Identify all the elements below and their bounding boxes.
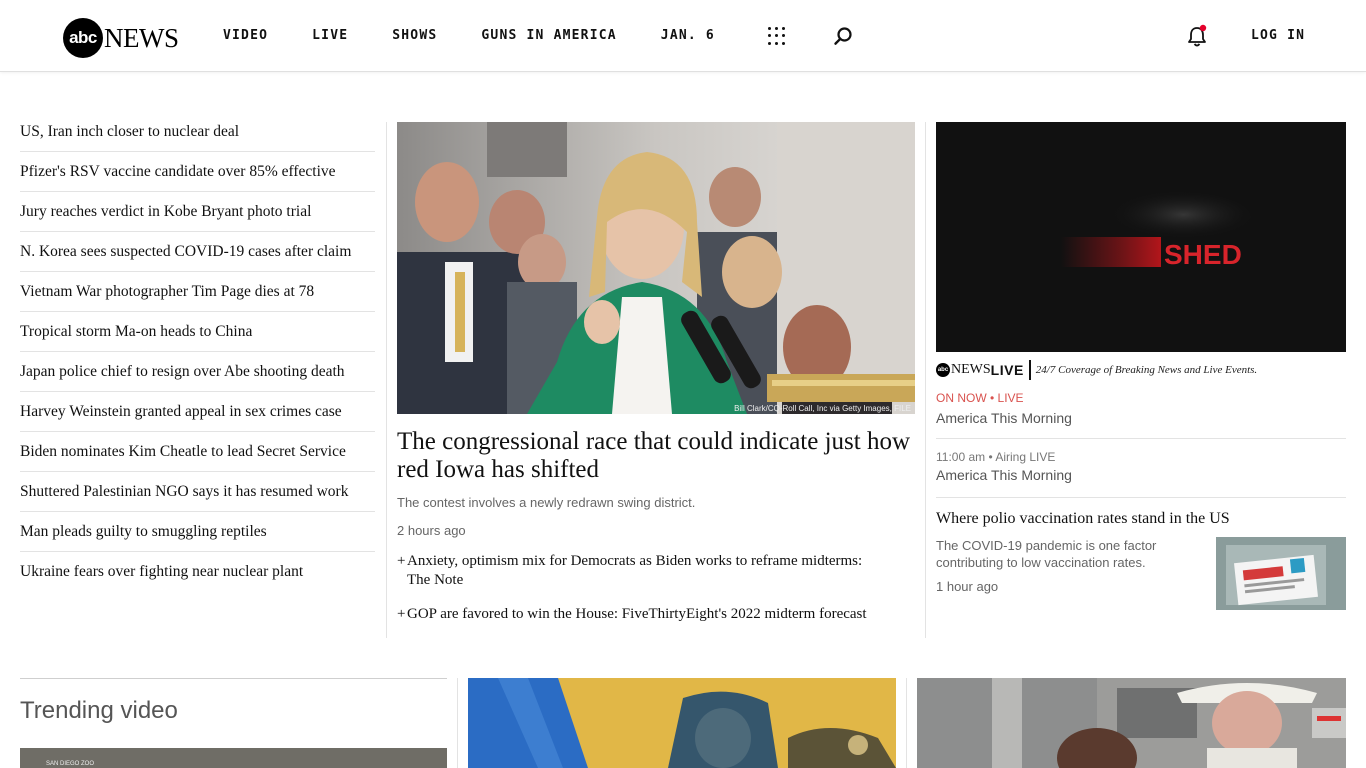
notification-bell-icon[interactable] bbox=[1186, 24, 1208, 48]
headline-item[interactable]: Tropical storm Ma-on heads to China bbox=[20, 312, 375, 352]
abc-live-live-text: LIVE bbox=[990, 362, 1024, 378]
live-video-frame: SHED bbox=[936, 122, 1346, 352]
headline-item[interactable]: Biden nominates Kim Cheatle to lead Secr… bbox=[20, 432, 375, 472]
related-story-link[interactable]: + GOP are favored to win the House: FiveT… bbox=[397, 605, 917, 624]
trending-divider bbox=[20, 678, 447, 679]
related-story-link[interactable]: + Anxiety, optimism mix for Democrats as … bbox=[397, 552, 917, 590]
flag-and-soldier-image bbox=[468, 678, 896, 768]
column-divider bbox=[906, 678, 907, 768]
plus-icon: + bbox=[397, 606, 406, 622]
nav-jan-6[interactable]: JAN. 6 bbox=[661, 28, 715, 43]
headline-item[interactable]: Vietnam War photographer Tim Page dies a… bbox=[20, 272, 375, 312]
trending-video-thumbnail[interactable]: SAN DIEGO ZOO bbox=[20, 748, 447, 768]
story-thumbnail[interactable] bbox=[917, 678, 1346, 768]
main-story-photo: Bill Clark/CQ-Roll Call, Inc via Getty I… bbox=[397, 122, 915, 414]
abc-live-news-text: NEWS bbox=[951, 362, 991, 377]
related-story-title-cont: The Note bbox=[407, 572, 464, 588]
search-icon[interactable] bbox=[833, 26, 853, 46]
side-story-timestamp: 1 hour ago bbox=[936, 579, 999, 594]
plus-icon: + bbox=[397, 553, 406, 569]
abc-news-live-brand: abc NEWS LIVE 24/7 Coverage of Breaking … bbox=[936, 360, 1257, 380]
headline-item[interactable]: N. Korea sees suspected COVID-19 cases a… bbox=[20, 232, 375, 272]
side-story-title[interactable]: Where polio vaccination rates stand in t… bbox=[936, 510, 1230, 528]
headline-item[interactable]: Jury reaches verdict in Kobe Bryant phot… bbox=[20, 192, 375, 232]
schedule-divider bbox=[936, 438, 1346, 439]
outdoor-people-image bbox=[917, 678, 1346, 768]
headline-item[interactable]: Pfizer's RSV vaccine candidate over 85% … bbox=[20, 152, 375, 192]
headline-item[interactable]: Man pleads guilty to smuggling reptiles bbox=[20, 512, 375, 552]
headline-item[interactable]: Harvey Weinstein granted appeal in sex c… bbox=[20, 392, 375, 432]
main-story-image[interactable]: Bill Clark/CQ-Roll Call, Inc via Getty I… bbox=[397, 122, 915, 414]
headline-list: US, Iran inch closer to nuclear deal Pfi… bbox=[20, 112, 375, 592]
main-nav: VIDEO LIVE SHOWS GUNS IN AMERICA JAN. 6 bbox=[223, 28, 759, 43]
current-show-link[interactable]: America This Morning bbox=[936, 410, 1072, 426]
video-overlay-text: SHED bbox=[1164, 239, 1242, 270]
nav-video[interactable]: VIDEO bbox=[223, 28, 268, 43]
nav-live[interactable]: LIVE bbox=[312, 28, 348, 43]
live-tagline: 24/7 Coverage of Breaking News and Live … bbox=[1035, 364, 1258, 376]
news-logo-text: NEWS bbox=[104, 22, 179, 53]
main-story-timestamp: 2 hours ago bbox=[397, 523, 466, 538]
nav-shows[interactable]: SHOWS bbox=[392, 28, 437, 43]
schedule-divider bbox=[936, 497, 1346, 498]
menu-grid-icon[interactable] bbox=[768, 27, 786, 45]
main-story-description: The contest involves a newly redrawn swi… bbox=[397, 495, 696, 510]
trending-video-heading: Trending video bbox=[20, 697, 178, 724]
vaccine-box-image bbox=[1216, 537, 1346, 610]
site-header: abc NEWS VIDEO LIVE SHOWS GUNS IN AMERIC… bbox=[0, 0, 1366, 72]
login-button[interactable]: LOG IN bbox=[1251, 28, 1305, 43]
brand-separator bbox=[1028, 360, 1031, 380]
headline-item[interactable]: Ukraine fears over fighting near nuclear… bbox=[20, 552, 375, 592]
on-now-label: ON NOW • LIVE bbox=[936, 391, 1024, 405]
abc-news-logo[interactable]: abc NEWS bbox=[63, 18, 179, 58]
related-story-title: Anxiety, optimism mix for Democrats as B… bbox=[407, 553, 863, 569]
abc-logo-mark: abc bbox=[63, 18, 103, 58]
headline-item[interactable]: US, Iran inch closer to nuclear deal bbox=[20, 112, 375, 152]
main-story-title[interactable]: The congressional race that could indica… bbox=[397, 428, 917, 484]
side-story-description: The COVID-19 pandemic is one factor cont… bbox=[936, 538, 1157, 570]
live-video-player[interactable]: SHED bbox=[936, 122, 1346, 352]
next-show-link[interactable]: America This Morning bbox=[936, 467, 1072, 483]
story-thumbnail[interactable] bbox=[468, 678, 896, 768]
column-divider bbox=[386, 122, 387, 638]
photo-credit: Bill Clark/CQ-Roll Call, Inc via Getty I… bbox=[734, 404, 911, 413]
abc-live-logo-mark: abc bbox=[936, 363, 950, 377]
next-show-time: 11:00 am • Airing LIVE bbox=[936, 450, 1056, 464]
nav-guns-in-america[interactable]: GUNS IN AMERICA bbox=[481, 28, 616, 43]
column-divider bbox=[925, 122, 926, 638]
related-story-title: GOP are favored to win the House: FiveTh… bbox=[407, 606, 867, 622]
headline-item[interactable]: Shuttered Palestinian NGO says it has re… bbox=[20, 472, 375, 512]
notification-dot bbox=[1199, 24, 1207, 32]
trending-video-label: SAN DIEGO ZOO bbox=[46, 761, 95, 767]
headline-item[interactable]: Japan police chief to resign over Abe sh… bbox=[20, 352, 375, 392]
side-story-thumbnail[interactable] bbox=[1216, 537, 1346, 610]
column-divider bbox=[457, 678, 458, 768]
